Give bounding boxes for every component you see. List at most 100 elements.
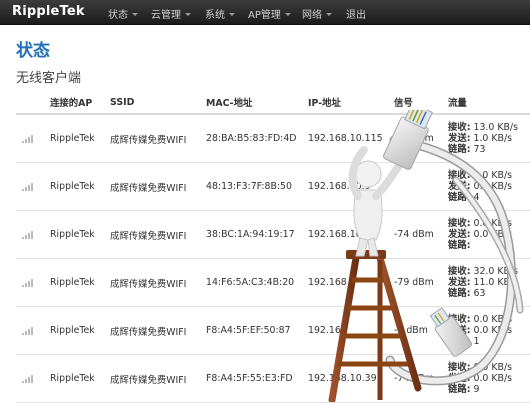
cell-ip: 192.168.10.9 [308,162,394,211]
tx-value: 11.0 KB/s [473,277,518,288]
cell-signal: -7 dBm [394,306,448,355]
rx-label: 接收: [448,266,471,277]
header-ip: IP-地址 [308,91,394,115]
rx-label: 接收: [448,122,471,133]
section-title: 无线客户端 [16,71,82,86]
header-ssid: SSID [110,91,206,115]
signal-strength-icon [22,278,35,287]
tx-label: 发送: [448,325,471,336]
menu-network-label: 网络 [302,10,322,21]
cell-mac: 14:F6:5A:C3:4B:20 [206,258,308,307]
cell-traffic: 接收: 0.0 KB/s 发送: 0.0 KB/s 链路: 4 [448,162,530,211]
menu-status[interactable]: 状态 [108,6,138,21]
table-row: RippleTek 成辉传媒免费WIFI 28:BA:B5:83:FD:4D 1… [16,114,530,163]
table-row: RippleTek 成辉传媒免费WIFI 48:13:F3:7F:8B:50 1… [16,162,530,211]
cell-signal: -74 dBm [394,354,448,403]
cell-ssid: 成辉传媒免费WIFI [110,306,206,355]
tx-label: 发送: [448,181,471,192]
cell-signal: -74 dBm [394,210,448,259]
links-value: 63 [473,288,486,299]
brand-logo[interactable]: RippleTek [12,4,85,19]
cell-traffic: 接收: 0.0 KB/s 发送: 0.0 KB/s 链路: 9 [448,354,530,403]
cell-traffic: 接收: 0.0 KB/s 发送: 0.0 KB/s 链路: 1 [448,306,530,355]
cell-mac: 48:13:F3:7F:8B:50 [206,162,308,211]
signal-strength-icon [22,230,35,239]
cell-ssid: 成辉传媒免费WIFI [110,258,206,307]
cell-ap: RippleTek [50,306,110,355]
cell-ip: 192.16 [308,306,394,355]
tx-label: 发送: [448,277,471,288]
rx-value: 32.0 KB/s [473,266,518,277]
header-signal: 信号 [394,91,448,115]
chevron-down-icon [326,13,332,16]
navbar: RippleTek 状态 云管理 系统 AP管理 网络 退出 [0,0,530,25]
table-header-row: 连接的AP SSID MAC-地址 IP-地址 信号 流量 [16,91,530,115]
signal-strength-icon [22,182,35,191]
menu-logout[interactable]: 退出 [346,6,366,21]
links-label: 链路: [448,336,471,347]
page-title: 状态 [16,41,50,61]
tx-value: 0.0 KB/s [473,229,512,240]
links-label: 链路: [448,144,471,155]
cell-mac: F8:A4:5F:EF:50:87 [206,306,308,355]
links-value: 1 [473,336,480,347]
tx-value: 0.0 KB/s [473,373,512,384]
tx-value: 0.0 KB/s [473,325,512,336]
chevron-down-icon [132,13,138,16]
chevron-down-icon [284,13,291,16]
cell-traffic: 接收: 32.0 KB/s 发送: 11.0 KB/s 链路: 63 [448,258,530,307]
cell-mac: F8:A4:5F:55:E3:FD [206,354,308,403]
cell-ip: 192.168.10. [308,210,394,259]
menu-system[interactable]: 系统 [205,6,235,21]
cell-signal [394,162,448,211]
menu-network[interactable]: 网络 [302,6,332,21]
header-ap: 连接的AP [50,91,110,115]
menu-ap[interactable]: AP管理 [248,6,291,21]
rx-value: 0.0 KB/s [473,218,512,229]
links-label: 链路: [448,384,471,395]
menu-cloud[interactable]: 云管理 [151,6,191,21]
tx-label: 发送: [448,229,471,240]
links-value: 4 [473,192,480,203]
signal-strength-icon [22,374,35,383]
cell-mac: 28:BA:B5:83:FD:4D [206,114,308,163]
tx-value: 0.0 KB/s [473,181,512,192]
cell-traffic: 接收: 0.0 KB/s 发送: 0.0 KB/s 链路: [448,210,530,259]
cell-mac: 38:BC:1A:94:19:17 [206,210,308,259]
cell-traffic: 接收: 13.0 KB/s 发送: 1.0 KB/s 链路: 73 [448,114,530,163]
cell-ssid: 成辉传媒免费WIFI [110,210,206,259]
rx-label: 接收: [448,314,471,325]
chevron-down-icon [185,13,191,16]
links-value: 73 [473,144,486,155]
menu-system-label: 系统 [205,10,225,21]
cell-ssid: 成辉传媒免费WIFI [110,162,206,211]
cell-ap: RippleTek [50,210,110,259]
tx-value: 1.0 KB/s [473,133,512,144]
cell-signal: -79 dBm [394,258,448,307]
cell-ip: 192.168 [308,258,394,307]
cell-ap: RippleTek [50,354,110,403]
wireless-clients-table: 连接的AP SSID MAC-地址 IP-地址 信号 流量 RippleTek … [16,91,530,403]
cell-ssid: 成辉传媒免费WIFI [110,114,206,163]
signal-strength-icon [22,134,35,143]
links-label: 链路: [448,240,471,251]
menu-logout-label: 退出 [346,10,366,21]
table-row: RippleTek 成辉传媒免费WIFI F8:A4:5F:EF:50:87 1… [16,306,530,355]
rx-label: 接收: [448,170,471,181]
header-traffic: 流量 [448,91,530,115]
rx-label: 接收: [448,362,471,373]
cell-ap: RippleTek [50,258,110,307]
links-value: 9 [473,384,480,395]
cell-ip: 192.168.10.115 [308,114,394,163]
rx-label: 接收: [448,218,471,229]
cell-signal: -87 dBm [394,114,448,163]
links-label: 链路: [448,288,471,299]
table-row: RippleTek 成辉传媒免费WIFI 38:BC:1A:94:19:17 1… [16,210,530,259]
cell-ssid: 成辉传媒免费WIFI [110,354,206,403]
chevron-down-icon [229,13,235,16]
table-row: RippleTek 成辉传媒免费WIFI F8:A4:5F:55:E3:FD 1… [16,354,530,403]
rx-value: 0.0 KB/s [473,170,512,181]
tx-label: 发送: [448,133,471,144]
rx-value: 0.0 KB/s [473,362,512,373]
menu-ap-label: AP管理 [248,10,281,21]
